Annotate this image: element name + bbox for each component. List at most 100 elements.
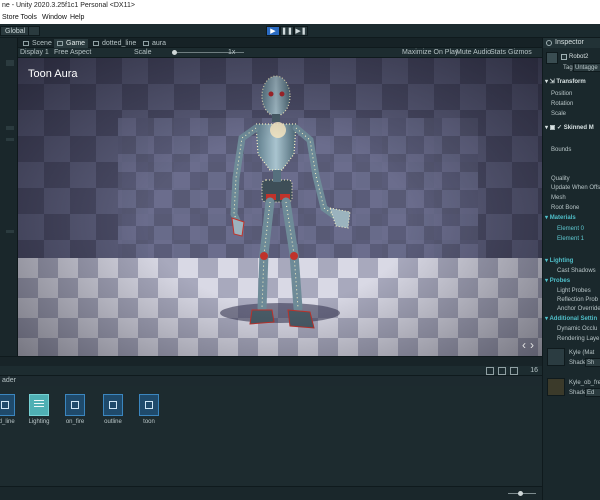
scale-value: 1x [228,49,236,56]
project-toolbar: 16 [0,366,542,376]
material-2-name[interactable]: Kyle_ob_fre [569,379,600,387]
scale-slider-handle[interactable] [172,50,177,55]
shader-file-icon [65,394,85,416]
scale-label: Scale [134,49,152,56]
pause-button[interactable]: ❚❚ [280,26,294,36]
step-button[interactable]: ▶❚ [294,26,308,36]
hierarchy-marker [6,138,14,141]
gizmos-dropdown[interactable]: Gizmos [508,48,532,58]
menu-window[interactable]: Window [42,12,67,24]
global-toggle-button[interactable]: Global [0,26,31,36]
aspect-dropdown[interactable]: Free Aspect [54,48,91,58]
info-icon [546,40,552,46]
asset-label: Lighting [28,419,50,425]
hierarchy-strip [0,38,18,356]
maximize-on-play-toggle[interactable]: Maximize On Play [402,48,458,58]
asset-item[interactable]: toon [134,394,164,425]
asset-label: toon [143,419,155,425]
breadcrumb[interactable]: ader [0,376,542,386]
bounds-field[interactable]: Bounds [551,146,571,154]
tag-value: Untagge [575,65,598,71]
quality-field[interactable]: Quality [551,175,570,183]
dynamic-occlusion-field[interactable]: Dynamic Occlu [557,325,597,333]
icon-size-slider-handle[interactable] [518,491,523,496]
material-2-shader-value: Ed [587,390,595,396]
game-icon [57,41,63,46]
menu-bar: Store Tools Window Help [0,12,600,24]
next-arrow-icon[interactable]: › [530,338,534,352]
viewport-nav: ‹ › [518,338,534,352]
scene-icon [23,41,29,46]
eye-icon[interactable] [486,367,494,375]
asset-item[interactable]: on_fire [60,394,90,425]
rendering-layer-field[interactable]: Rendering Laye [557,335,599,343]
menu-help[interactable]: Help [70,12,84,24]
reflection-probes-field[interactable]: Reflection Prob [557,296,598,304]
prev-arrow-icon[interactable]: ‹ [522,338,526,352]
rotation-field[interactable]: Rotation [551,100,573,108]
asset-item[interactable]: Lighting [24,394,54,425]
mute-audio-toggle[interactable]: Mute Audio [456,48,491,58]
shader-file-icon [139,394,159,416]
tab-game[interactable]: Game [54,39,89,48]
asset-item[interactable]: outline [98,394,128,425]
display-dropdown[interactable]: Display 1 [20,48,49,58]
filter-icon[interactable] [498,367,506,375]
material-1-shader-value: Sh [587,360,595,366]
asset-item[interactable]: ed_line [0,394,20,425]
material-preview-icon [547,348,565,366]
game-viewport[interactable]: Toon Aura ‹ › [18,58,542,356]
asset-label: ed_line [0,419,15,425]
tab-dotted-line[interactable]: dotted_line [90,39,139,48]
hidden-count: 16 [530,367,538,374]
cast-shadows-field[interactable]: Cast Shadows [557,267,596,275]
shader-icon [93,41,99,46]
update-offscreen-field[interactable]: Update When Offsc [551,184,600,192]
tab-aura[interactable]: aura [140,39,169,48]
window-title: ne - Unity 2020.3.25f1c1 Personal <DX11> [0,0,600,12]
scale-field[interactable]: Scale [551,110,566,118]
hierarchy-marker [6,126,14,130]
game-view-toolbar: Display 1 Free Aspect Scale 1x Maximize … [18,48,542,58]
element-1-field[interactable]: Element 1 [557,235,584,243]
star-icon[interactable] [510,367,518,375]
asset-label: outline [104,419,122,425]
view-tab-bar: Scene Game dotted_line aura [18,38,542,48]
object-name[interactable]: Robot2 [569,53,588,61]
material-1-name[interactable]: Kyle (Mat [569,349,594,357]
active-checkbox[interactable] [561,54,567,60]
skinned-mesh-header[interactable]: ▾ ▣ ✓ Skinned M [545,124,594,132]
materials-section[interactable]: ▾ Materials [545,214,576,222]
anchor-override-field[interactable]: Anchor Override [557,305,600,313]
menu-store-tools[interactable]: Store Tools [2,12,37,24]
status-bar [0,486,542,500]
shader-icon [143,41,149,46]
material-preview-icon [547,378,565,396]
mesh-field[interactable]: Mesh [551,194,566,202]
additional-settings-section[interactable]: ▾ Additional Settin [545,315,597,323]
hierarchy-marker [6,60,14,66]
lighting-file-icon [29,394,49,416]
root-bone-field[interactable]: Root Bone [551,204,579,212]
light-probes-field[interactable]: Light Probes [557,287,591,295]
project-tab-bar [0,356,542,366]
element-0-field[interactable]: Element 0 [557,225,584,233]
transform-header[interactable]: ▾ ⇲ Transform [545,78,586,86]
tag-label: Tag [563,65,573,71]
gameobject-icon [546,52,558,64]
viewport-shader-label: Toon Aura [28,68,78,80]
grid-snap-button[interactable] [28,26,40,36]
playmode-controls: ▶ ❚❚ ▶❚ [266,26,308,36]
vignette-overlay [18,58,542,356]
position-field[interactable]: Position [551,90,572,98]
hierarchy-marker [6,230,14,233]
asset-label: on_fire [65,419,85,425]
tab-inspector[interactable]: Inspector [543,38,600,48]
lighting-section[interactable]: ▾ Lighting [545,257,573,265]
shader-file-icon [103,394,123,416]
probes-section[interactable]: ▾ Probes [545,277,570,285]
tab-scene[interactable]: Scene [20,39,55,48]
play-button[interactable]: ▶ [266,26,280,36]
main-toolbar: Global ▶ ❚❚ ▶❚ [0,24,600,38]
stats-toggle[interactable]: Stats [490,48,506,58]
